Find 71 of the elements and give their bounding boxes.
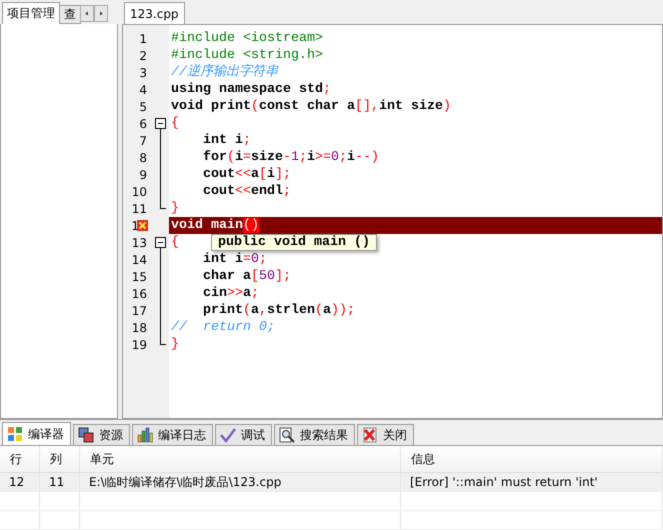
empty-table-cell — [0, 511, 40, 530]
fold-end-icon — [160, 336, 166, 345]
code-line: //逆序输出字符串 — [170, 64, 278, 81]
error-code-line: void main() — [170, 217, 259, 234]
line-number: 16 — [130, 286, 147, 300]
empty-table-cell — [40, 492, 80, 511]
code-line: print(a,strlen(a)); — [202, 302, 355, 319]
table-cell: E:\临时编译储存\临时废品\123.cpp — [80, 473, 401, 492]
file-tab[interactable]: 123.cpp — [124, 2, 185, 24]
line-number: 4 — [138, 82, 147, 96]
code-line: int i; — [202, 132, 251, 149]
output-tab[interactable]: 搜索结果 — [274, 424, 355, 445]
table-cell: 11 — [40, 473, 80, 492]
line-number: 8 — [138, 150, 147, 164]
code-line: using namespace std; — [170, 81, 331, 98]
output-tab[interactable]: 编译器 — [2, 422, 71, 445]
table-cell: [Error] '::main' must return 'int' — [401, 473, 663, 492]
code-line: { — [170, 234, 179, 251]
column-header[interactable]: 列 — [40, 446, 80, 473]
code-line: #include <iostream> — [170, 30, 323, 47]
scroll-right-icon[interactable] — [94, 5, 108, 22]
code-line: void print(const char a[],int size) — [170, 98, 451, 115]
function-tooltip: public void main () — [211, 234, 377, 251]
close-icon — [362, 427, 378, 443]
line-number: 13 — [130, 236, 147, 250]
column-header[interactable]: 信息 — [401, 446, 663, 473]
code-line: char a[50]; — [202, 268, 291, 285]
line-number: 2 — [138, 48, 147, 62]
line-number: 9 — [138, 168, 147, 182]
grid-icon — [7, 426, 23, 442]
code-line: // return 0; — [170, 319, 275, 336]
scroll-left-icon[interactable] — [80, 5, 94, 22]
code-line: for(i=size-1;i>=0;i--) — [202, 149, 379, 166]
code-line: cout<<endl; — [202, 183, 291, 200]
check-icon — [220, 427, 236, 443]
line-number: 7 — [138, 134, 147, 148]
code-line: cout<<a[i]; — [202, 166, 291, 183]
code-line: cin>>a; — [202, 285, 259, 302]
panel-tab[interactable]: 查 — [59, 5, 81, 24]
output-tab[interactable]: 资源 — [73, 424, 130, 445]
fold-toggle-icon[interactable] — [155, 234, 166, 251]
output-tab[interactable]: 调试 — [215, 424, 272, 445]
line-number: 1 — [138, 32, 147, 46]
column-header[interactable]: 单元 — [80, 446, 401, 473]
line-number: 5 — [138, 100, 147, 114]
fold-end-icon — [160, 200, 166, 209]
fold-toggle-icon[interactable] — [155, 115, 166, 132]
layers-icon — [78, 427, 94, 443]
table-cell: 12 — [0, 473, 40, 492]
code-line: { — [170, 115, 179, 132]
empty-table-cell — [40, 511, 80, 530]
output-tab[interactable]: 编译日志 — [132, 424, 213, 445]
search-icon — [279, 427, 295, 443]
line-number: 19 — [130, 338, 147, 352]
column-header[interactable]: 行 — [0, 446, 40, 473]
output-tab[interactable]: 关闭 — [357, 424, 414, 445]
code-line: } — [170, 200, 179, 217]
panel-tab[interactable]: 项目管理 — [2, 2, 60, 24]
line-number: 14 — [130, 252, 147, 266]
line-number: 17 — [130, 304, 147, 318]
code-line: int i=0; — [202, 251, 267, 268]
code-line: } — [170, 336, 179, 353]
line-number: 18 — [130, 320, 147, 334]
code-line: #include <string.h> — [170, 47, 323, 64]
empty-table-cell — [0, 492, 40, 511]
line-number: 6 — [138, 116, 147, 130]
line-number: 10 — [130, 184, 147, 198]
line-number: 15 — [130, 270, 147, 284]
line-number: 3 — [138, 66, 147, 80]
bar-chart-icon — [137, 427, 153, 443]
line-number: 11 — [130, 202, 147, 216]
